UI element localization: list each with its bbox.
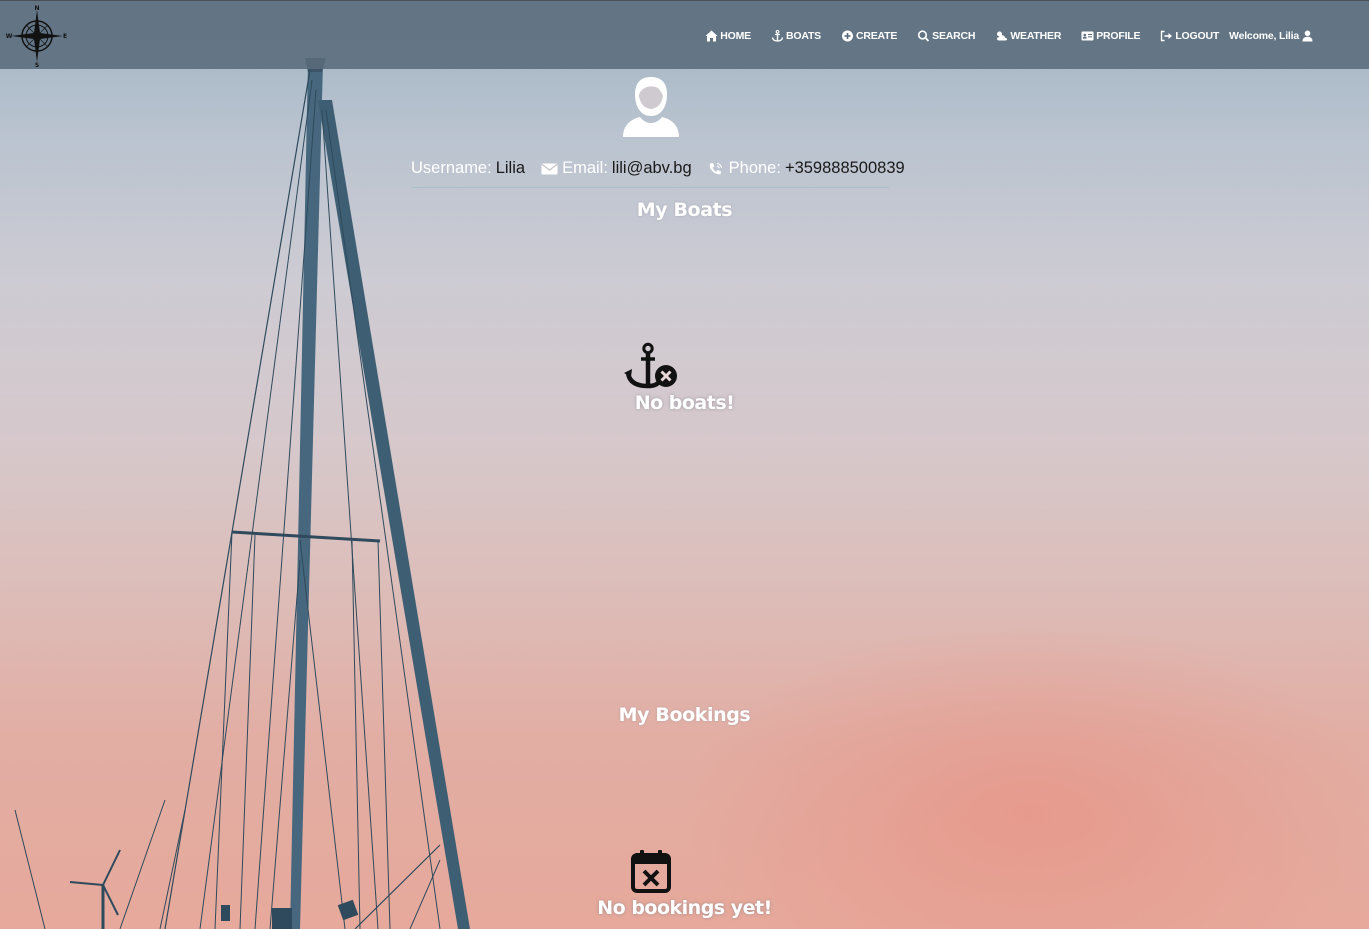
nav-weather-link[interactable]: WEATHER [995,30,1061,42]
nav-boats-label: BOATS [785,30,821,42]
compass-logo-icon[interactable]: N E S W [4,4,68,68]
nav-weather-label: WEATHER [1010,30,1062,42]
email-label: Email: [562,159,608,177]
female-user-avatar-icon [623,77,679,137]
my-boats-heading: My Boats [636,199,733,221]
username-label: Username: [411,159,492,177]
anchor-x-icon [624,342,677,389]
home-icon [705,30,718,42]
svg-text:S: S [35,62,39,68]
anchor-icon [771,30,784,42]
nav-profile-link[interactable]: PROFILE [1081,30,1141,42]
nav-logout-label: LOGOUT [1175,30,1220,42]
no-boats-message: No boats! [634,392,735,414]
top-navbar: N E S W HOME BOATS CREATE SEARCH WEATHER… [0,0,1369,69]
phone-value: +359888500839 [784,159,905,177]
cloud-sun-icon [995,30,1008,42]
phone-volume-icon [708,162,725,176]
plus-circle-icon [841,30,854,42]
welcome-message: Welcome, Lilia [1229,30,1314,42]
svg-text:E: E [63,33,67,40]
my-bookings-heading: My Bookings [618,704,751,726]
background-glow [680,620,1369,929]
svg-text:N: N [34,5,39,12]
nav-search-label: SEARCH [932,30,976,42]
welcome-text: Welcome, Lilia [1229,30,1299,42]
nav-profile-label: PROFILE [1096,30,1141,42]
sign-out-icon [1160,30,1173,42]
phone-field: Phone: +359888500839 [708,159,905,178]
user-icon [1301,30,1314,42]
nav-links: HOME BOATS CREATE SEARCH WEATHER PROFILE… [705,27,1314,45]
nav-home-label: HOME [720,30,751,42]
username-field: Username: Lilia [411,159,525,178]
nav-search-link[interactable]: SEARCH [917,30,976,42]
email-field: Email: lili@abv.bg [541,159,692,178]
email-value: lili@abv.bg [611,159,692,177]
nav-boats-link[interactable]: BOATS [771,30,821,42]
user-info-bar: Username: Lilia Email: lili@abv.bg Phone… [411,159,905,188]
nav-create-label: CREATE [855,30,898,42]
nav-home-link[interactable]: HOME [705,30,751,42]
phone-label: Phone: [728,159,781,177]
background-sailboat-mast-image [14,58,470,929]
envelope-icon [541,162,558,176]
nav-create-link[interactable]: CREATE [841,30,897,42]
username-value: Lilia [495,159,526,177]
nav-logout-link[interactable]: LOGOUT [1160,30,1219,42]
calendar-x-icon [631,850,671,893]
id-card-icon [1081,30,1094,42]
search-icon [917,30,930,42]
no-bookings-message: No bookings yet! [597,897,772,919]
svg-text:W: W [6,33,13,40]
